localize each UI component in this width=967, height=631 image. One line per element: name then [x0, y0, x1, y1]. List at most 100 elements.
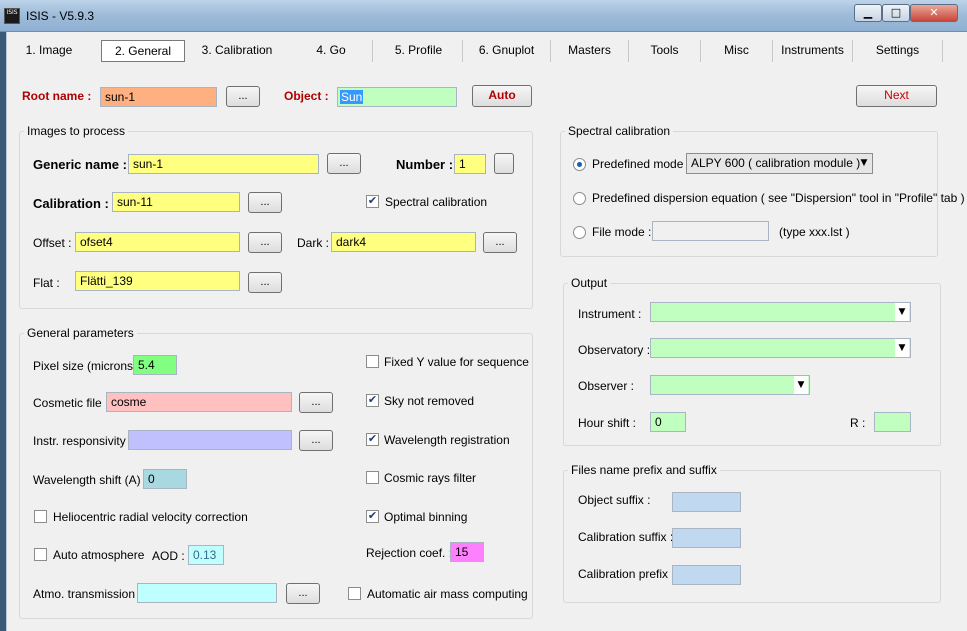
rejection-coef-input[interactable]: 15: [450, 542, 484, 562]
root-name-input[interactable]: sun-1: [100, 87, 217, 107]
object-label: Object :: [284, 89, 329, 103]
tab-label: 5. Profile: [394, 43, 443, 57]
tab-label: Instruments: [781, 43, 844, 57]
wavelength-shift-input[interactable]: 0: [143, 469, 187, 489]
spectral-calibration-label: Spectral calibration: [385, 195, 488, 209]
calibration-prefix-input[interactable]: [672, 565, 741, 585]
auto-atmosphere-label: Auto atmosphere: [53, 548, 145, 562]
title-bar: ISIS ISIS - V5.9.3 ▁ □ ✕: [0, 0, 967, 32]
number-button[interactable]: [494, 153, 514, 174]
maximize-button[interactable]: □: [882, 4, 910, 22]
heliocentric-label: Heliocentric radial velocity correction: [53, 510, 248, 524]
file-mode-input[interactable]: [652, 221, 769, 241]
tab-label: 2. General: [114, 44, 172, 58]
instr-responsivity-input[interactable]: [128, 430, 292, 450]
predefined-mode-radio[interactable]: [573, 158, 586, 171]
object-input[interactable]: Sun: [337, 87, 457, 107]
flat-browse-button[interactable]: ...: [248, 272, 282, 293]
fixed-y-checkbox[interactable]: [366, 355, 379, 368]
tab-go[interactable]: 4. Go: [290, 40, 373, 62]
calibration-browse-button[interactable]: ...: [248, 192, 282, 213]
observer-select[interactable]: [650, 375, 810, 395]
pixel-size-label: Pixel size (microns) :: [33, 359, 144, 373]
wavelength-registration-label: Wavelength registration: [384, 433, 510, 447]
generic-name-label: Generic name :: [33, 157, 127, 172]
object-suffix-input[interactable]: [672, 492, 741, 512]
spectral-calibration-checkbox[interactable]: ✔: [366, 195, 379, 208]
cosmetic-browse-button[interactable]: ...: [299, 392, 333, 413]
app-icon: ISIS: [4, 8, 20, 24]
dark-browse-button[interactable]: ...: [483, 232, 517, 253]
wavelength-registration-checkbox[interactable]: ✔: [366, 433, 379, 446]
tab-misc[interactable]: Misc: [701, 40, 773, 62]
predefined-mode-select[interactable]: ALPY 600 ( calibration module ): [686, 153, 873, 174]
calibration-prefix-label: Calibration prefix :: [578, 567, 675, 581]
calibration-suffix-input[interactable]: [672, 528, 741, 548]
auto-button[interactable]: Auto: [472, 85, 532, 107]
tab-label: Misc: [724, 43, 749, 57]
tab-calibration[interactable]: 3. Calibration: [196, 40, 278, 62]
air-mass-checkbox[interactable]: [348, 587, 361, 600]
dispersion-equation-label: Predefined dispersion equation ( see "Di…: [592, 191, 965, 205]
cosmetic-file-input[interactable]: cosme: [106, 392, 292, 412]
close-button[interactable]: ✕: [910, 4, 958, 22]
number-label: Number :: [396, 157, 454, 172]
tab-gnuplot[interactable]: 6. Gnuplot: [463, 40, 551, 62]
dispersion-equation-radio[interactable]: [573, 192, 586, 205]
instrument-select[interactable]: [650, 302, 911, 322]
files-group-title: Files name prefix and suffix: [568, 463, 720, 477]
window-title: ISIS - V5.9.3: [26, 9, 95, 23]
predefined-mode-label: Predefined mode: [592, 157, 684, 171]
calibration-input[interactable]: sun-11: [112, 192, 240, 212]
tab-image[interactable]: 1. Image: [18, 40, 80, 62]
chevron-down-icon: ▼: [895, 303, 909, 321]
aod-input[interactable]: 0.13: [188, 545, 224, 565]
cosmic-rays-checkbox[interactable]: [366, 471, 379, 484]
hour-shift-label: Hour shift :: [578, 416, 637, 430]
heliocentric-checkbox[interactable]: [34, 510, 47, 523]
atmo-transmission-input[interactable]: [137, 583, 277, 603]
predefined-mode-value: ALPY 600 ( calibration module ): [691, 156, 861, 170]
chevron-down-icon: ▼: [895, 339, 909, 357]
offset-input[interactable]: ofset4: [75, 232, 240, 252]
tab-settings[interactable]: Settings: [853, 40, 943, 62]
object-suffix-label: Object suffix :: [578, 493, 651, 507]
number-input[interactable]: 1: [454, 154, 486, 174]
observer-label: Observer :: [578, 379, 635, 393]
tab-instruments[interactable]: Instruments: [773, 40, 853, 62]
dark-label: Dark :: [297, 236, 330, 250]
rejection-coef-label: Rejection coef. :: [366, 546, 453, 560]
auto-atmosphere-checkbox[interactable]: [34, 548, 47, 561]
tab-label: 4. Go: [316, 43, 346, 57]
minimize-button[interactable]: ▁: [854, 4, 882, 22]
instr-browse-button[interactable]: ...: [299, 430, 333, 451]
hour-shift-input[interactable]: 0: [650, 412, 686, 432]
tab-label: Settings: [875, 43, 920, 57]
tab-masters[interactable]: Masters: [551, 40, 629, 62]
tab-profile[interactable]: 5. Profile: [375, 40, 463, 62]
observatory-select[interactable]: [650, 338, 911, 358]
pixel-size-input[interactable]: 5.4: [133, 355, 177, 375]
generic-name-input[interactable]: sun-1: [128, 154, 319, 174]
r-input[interactable]: [874, 412, 911, 432]
optimal-binning-checkbox[interactable]: ✔: [366, 510, 379, 523]
dark-input[interactable]: dark4: [331, 232, 476, 252]
object-input-value: Sun: [340, 90, 364, 104]
tab-tools[interactable]: Tools: [629, 40, 701, 62]
flat-input[interactable]: Flätti_139: [75, 271, 240, 291]
tab-general[interactable]: 2. General: [101, 40, 185, 62]
sky-not-removed-checkbox[interactable]: ✔: [366, 394, 379, 407]
next-button[interactable]: Next: [856, 85, 937, 107]
general-group-title: General parameters: [24, 326, 137, 340]
instr-responsivity-label: Instr. responsivity :: [33, 434, 133, 448]
file-mode-radio[interactable]: [573, 226, 586, 239]
root-browse-button[interactable]: ...: [226, 86, 260, 107]
output-group-title: Output: [568, 276, 611, 290]
cosmic-rays-label: Cosmic rays filter: [384, 471, 477, 485]
generic-browse-button[interactable]: ...: [327, 153, 361, 174]
offset-browse-button[interactable]: ...: [248, 232, 282, 253]
instrument-label: Instrument :: [578, 307, 642, 321]
optimal-binning-label: Optimal binning: [384, 510, 468, 524]
tab-label: 1. Image: [25, 43, 73, 57]
atmo-browse-button[interactable]: ...: [286, 583, 320, 604]
